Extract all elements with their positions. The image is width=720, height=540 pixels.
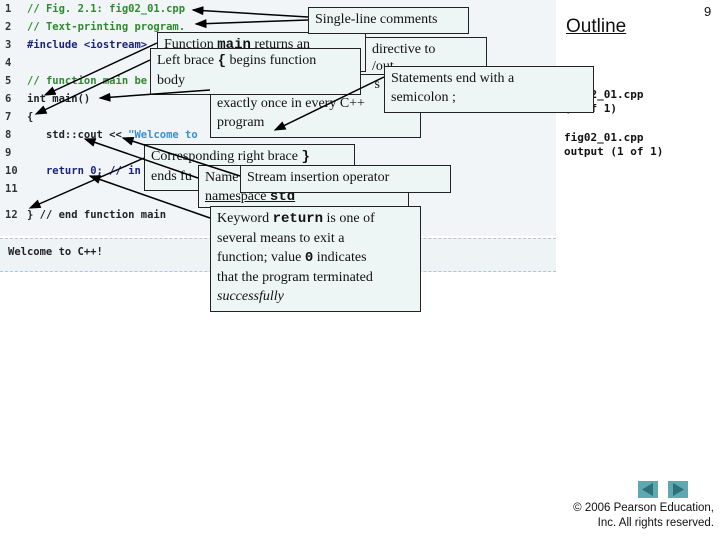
arrow <box>34 59 151 115</box>
copyright: © 2006 Pearson Education, Inc. All right… <box>573 502 714 529</box>
prev-slide-button[interactable] <box>638 481 658 498</box>
arrow <box>121 136 241 177</box>
arrow <box>43 42 158 96</box>
arrow <box>28 157 145 209</box>
arrow <box>88 175 211 219</box>
next-slide-button[interactable] <box>668 481 688 498</box>
arrow <box>83 138 199 179</box>
arrow <box>191 6 309 18</box>
callout-arrows <box>28 6 385 219</box>
arrow <box>273 76 385 131</box>
triangle-left-icon <box>642 483 653 496</box>
triangle-right-icon <box>673 483 684 496</box>
arrow <box>98 89 211 102</box>
arrow <box>194 19 309 29</box>
